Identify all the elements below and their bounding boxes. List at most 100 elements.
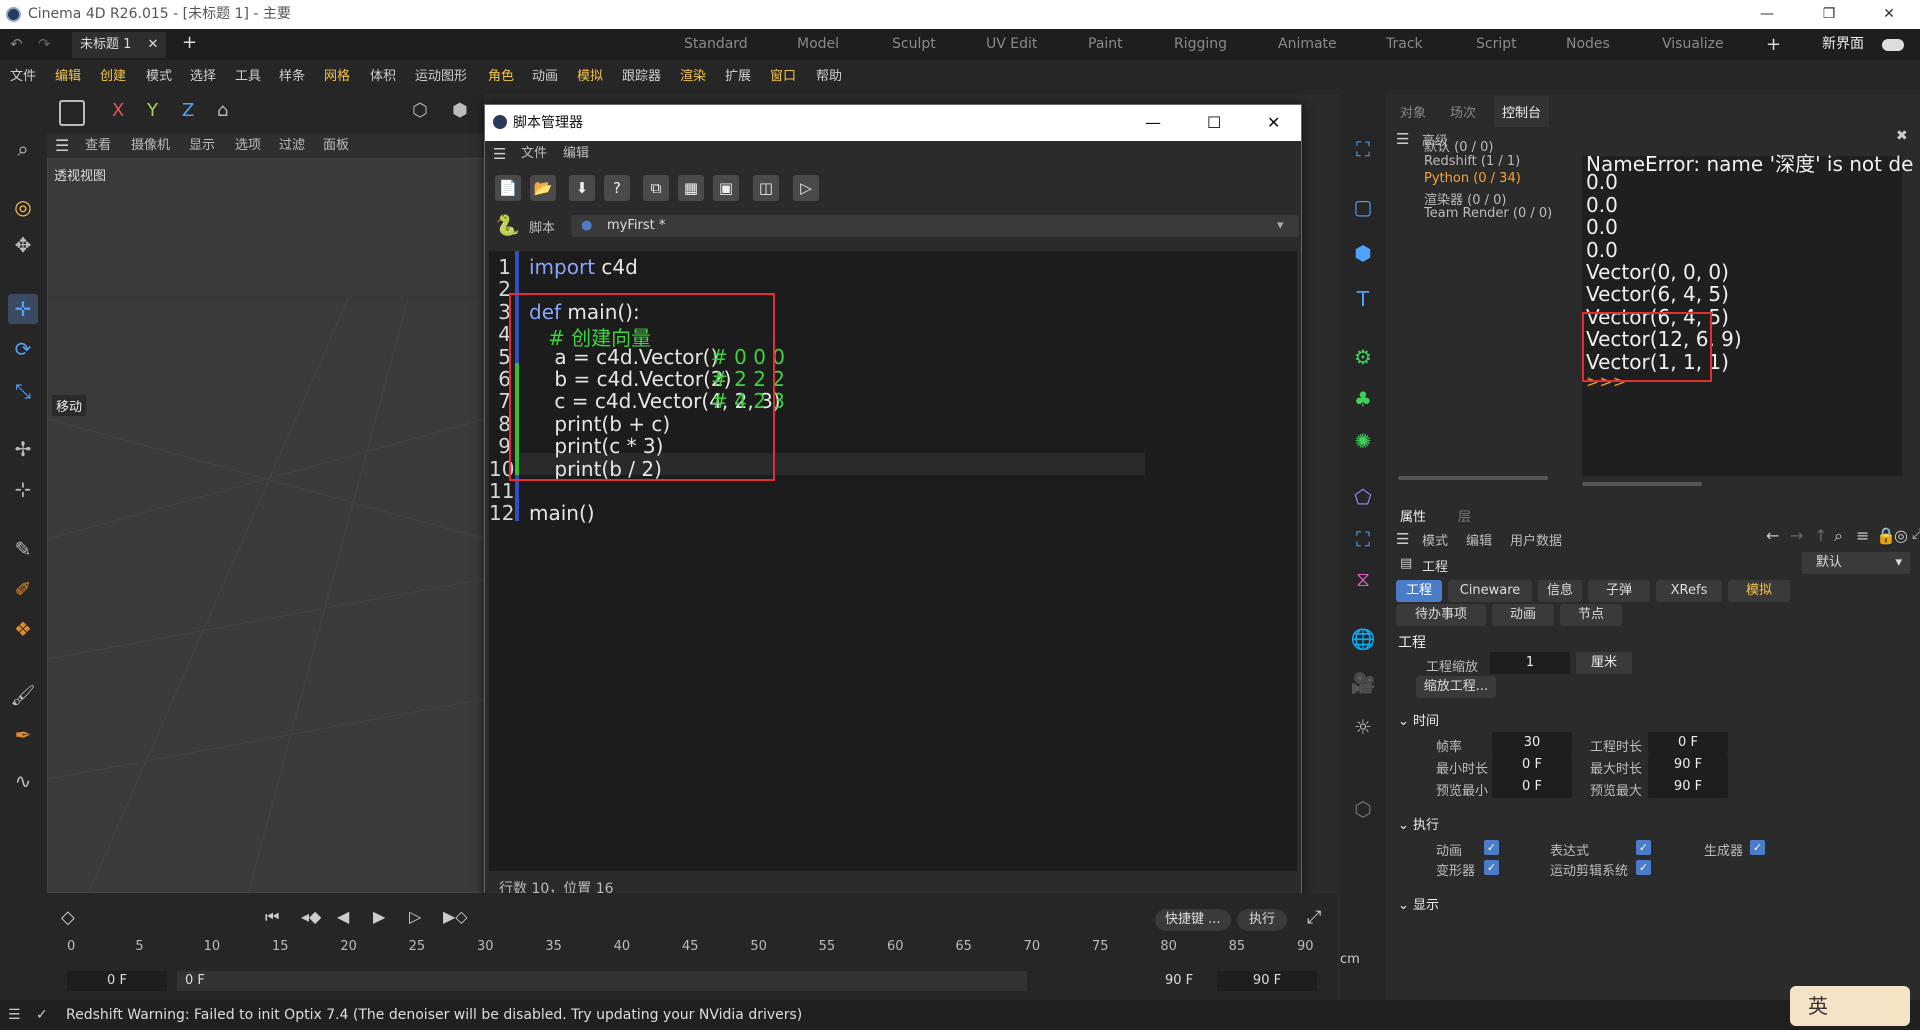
menu-render[interactable]: 渲染 [680,60,706,94]
next-frame-icon[interactable]: ▷ [409,907,421,926]
scene-camera-icon[interactable]: 🎥 [1348,668,1378,698]
primitive-cube-icon[interactable]: ⬢ [1348,238,1378,268]
download-icon[interactable]: ⬇ [569,175,595,201]
next-key-icon[interactable]: ▶◇ [443,907,468,926]
polygon-pen-icon[interactable]: ❖ [8,614,38,644]
mograph-cloner-icon[interactable]: ♣ [1348,384,1378,414]
image-icon[interactable]: ▣ [713,175,739,201]
exec-expressions-checkbox[interactable]: ✓ [1636,840,1651,855]
search-icon[interactable]: ⌕ [8,134,38,164]
axis-x-toggle[interactable]: X [112,100,124,121]
coordinate-system-icon[interactable]: ⌂ [217,100,228,121]
console-hamburger-icon[interactable]: ☰ [1396,130,1409,148]
new-script-icon[interactable]: 📄 [495,175,521,201]
box-icon[interactable] [59,100,85,126]
attr-tab-bullet[interactable]: 子弹 [1588,580,1650,602]
open-folder-icon[interactable]: 📂 [530,175,556,201]
shortcut-button[interactable]: 快捷键 ... [1155,909,1231,931]
cube-icon[interactable]: ⬢ [452,100,468,121]
target-icon[interactable]: ◎ [1894,526,1908,545]
add-document-icon[interactable]: + [182,32,197,53]
viewport-menu-options[interactable]: 选项 [235,134,261,158]
keyframe-icon[interactable]: ◇ [61,907,75,928]
section-display-title[interactable]: ⌄ 显示 [1398,894,1439,913]
rotate-tool-icon[interactable]: ⟳ [8,334,38,364]
tree-scrollbar[interactable] [1398,476,1548,480]
expand-icon[interactable]: ⤢ [1307,907,1321,928]
attr-tab-todo[interactable]: 待办事项 [1396,604,1486,626]
knife-icon[interactable]: ✐ [8,574,38,604]
filter-icon[interactable]: ≡ [1856,526,1869,545]
attr-tab-simulate[interactable]: 模拟 [1728,580,1790,602]
menu-edit[interactable]: 编辑 [55,60,81,94]
redo-icon[interactable]: ↷ [38,35,51,53]
max-frame-field[interactable]: 90 F [1217,971,1317,991]
run-button[interactable]: 执行 [1237,909,1288,931]
environment-icon[interactable]: 🌐 [1348,624,1378,654]
code-editor[interactable]: 1 2 3 4 5 6 7 8 9 10 11 12 import c4d def main(): # … [489,251,1297,871]
scale-tool-icon[interactable]: ⤡ [8,376,38,406]
attr-search-icon[interactable]: ⌕ [1834,526,1843,546]
tab-takes[interactable]: 场次 [1450,102,1476,121]
script-manager-maximize-button[interactable]: ☐ [1207,105,1221,141]
range-start[interactable]: 0 F [177,971,1027,991]
film-icon[interactable]: ▦ [678,175,704,201]
viewport-menu-panel[interactable]: 面板 [323,134,349,158]
section-exec-title[interactable]: ⌄ 执行 [1398,814,1439,833]
menu-spline[interactable]: 样条 [279,60,305,94]
brush-select-icon[interactable]: ✎ [8,534,38,564]
menu-help[interactable]: 帮助 [816,60,842,94]
attr-tab-nodes[interactable]: 节点 [1560,604,1622,626]
tab-objects[interactable]: 对象 [1400,102,1426,121]
frame-rate-field[interactable]: 30 [1492,732,1572,754]
timeline-ruler[interactable]: 0 5 10 15 20 25 30 35 40 45 50 55 60 65 70 75 80 85 90 [67,939,1317,963]
tab-attributes[interactable]: 属性 [1400,506,1426,525]
light-icon[interactable]: ☼ [1348,712,1378,742]
undo-icon[interactable]: ↶ [10,35,23,53]
menu-mesh[interactable]: 网格 [324,60,350,94]
minimize-button[interactable]: — [1744,0,1790,29]
menu-window[interactable]: 窗口 [770,60,796,94]
menu-character[interactable]: 角色 [488,60,514,94]
up-arrow-icon[interactable]: ↑ [1814,526,1827,545]
prev-frame-icon[interactable]: ◀ [337,907,349,926]
menu-file[interactable]: 文件 [10,60,36,94]
project-scale-unit[interactable]: 厘米 [1576,652,1632,674]
square-icon[interactable]: ▢ [1348,192,1378,222]
project-scale-field[interactable]: 1 [1490,652,1570,674]
menu-extensions[interactable]: 扩展 [725,60,751,94]
viewport-menu-camera[interactable]: 摄像机 [131,134,170,158]
menu-create[interactable]: 创建 [100,60,126,94]
live-select-icon[interactable]: ✥ [8,230,38,260]
script-manager-minimize-button[interactable]: — [1145,105,1161,141]
document-tab[interactable]: 未标题 1 ✕ [72,32,167,58]
new-ui-toggle[interactable] [1882,39,1904,51]
exec-deformers-checkbox[interactable]: ✓ [1484,860,1499,875]
sculpt-pen-icon[interactable]: ✒ [8,720,38,750]
script-menu-file[interactable]: 文件 [521,141,547,167]
default-dropdown[interactable]: 默认 ▾ [1802,552,1910,574]
tag-icon[interactable]: ⬡ [1348,794,1378,824]
layout-tab-visualize[interactable]: Visualize [1662,29,1724,60]
layout-tab-sculpt[interactable]: Sculpt [892,29,936,60]
exec-motion-checkbox[interactable]: ✓ [1636,860,1651,875]
effector-icon[interactable]: ✺ [1348,426,1378,456]
paint-brush-icon[interactable]: 🖌 [8,680,38,710]
min-time-field[interactable]: 0 F [1492,754,1572,776]
layout-tab-model[interactable]: Model [797,29,839,60]
deformer-icon[interactable]: ⬠ [1348,482,1378,512]
viewport-menu-display[interactable]: 显示 [189,134,215,158]
ime-indicator[interactable]: 英 [1790,986,1910,1026]
viewport-menu-filter[interactable]: 过滤 [279,134,305,158]
menu-volume[interactable]: 体积 [370,60,396,94]
transform-icon[interactable]: ✢ [8,434,38,464]
console-source-item[interactable]: Python (0 / 34) [1424,171,1521,186]
scale-project-button[interactable]: 缩放工程... [1416,676,1496,698]
menu-mode[interactable]: 模式 [146,60,172,94]
console-source-item[interactable]: Redshift (1 / 1) [1424,154,1520,169]
attr-tab-project[interactable]: 工程 [1396,580,1442,602]
document-tab-close-icon[interactable]: ✕ [148,37,159,52]
attr-tab-animation[interactable]: 动画 [1492,604,1554,626]
current-frame-field[interactable]: 0 F [67,971,167,991]
attr-menu-mode[interactable]: 模式 [1422,530,1448,549]
